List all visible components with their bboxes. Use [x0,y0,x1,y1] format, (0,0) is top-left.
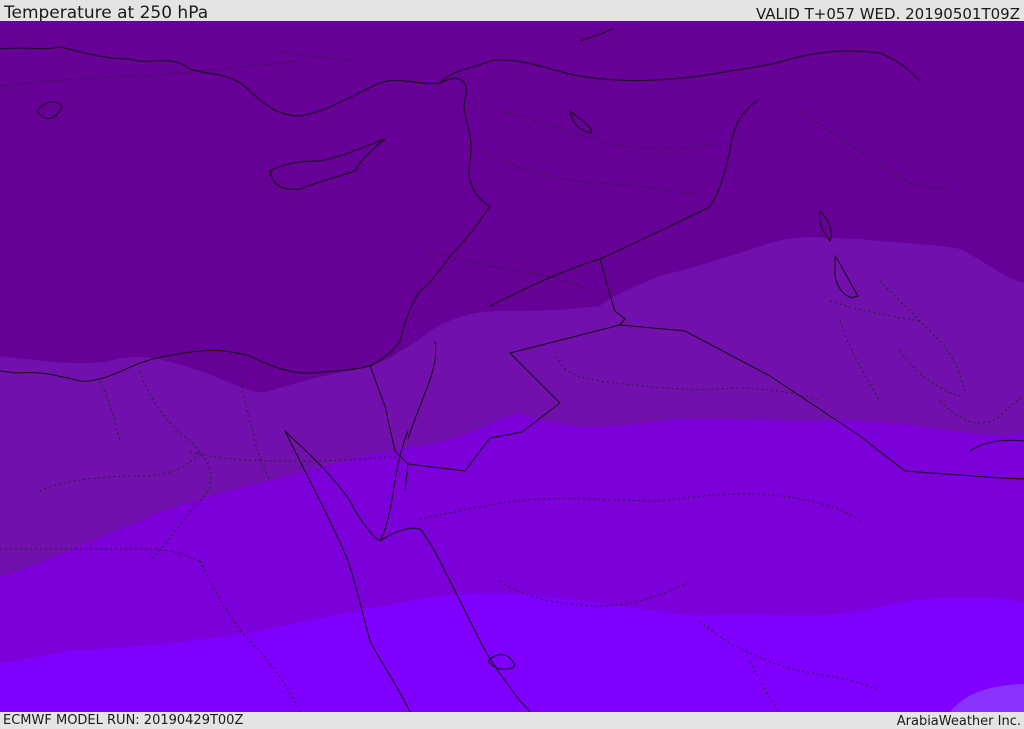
weather-map-window: Temperature at 250 hPa VALID T+057 WED. … [0,0,1024,729]
model-run-label: ECMWF MODEL RUN: 20190429T00Z [3,713,244,728]
temperature-map[interactable] [0,21,1024,712]
map-title: Temperature at 250 hPa [4,3,209,23]
map-canvas [0,21,1024,712]
map-footer: ECMWF MODEL RUN: 20190429T00Z ArabiaWeat… [0,712,1024,729]
credit-label: ArabiaWeather Inc. [896,714,1021,729]
map-header: Temperature at 250 hPa VALID T+057 WED. … [0,0,1024,23]
